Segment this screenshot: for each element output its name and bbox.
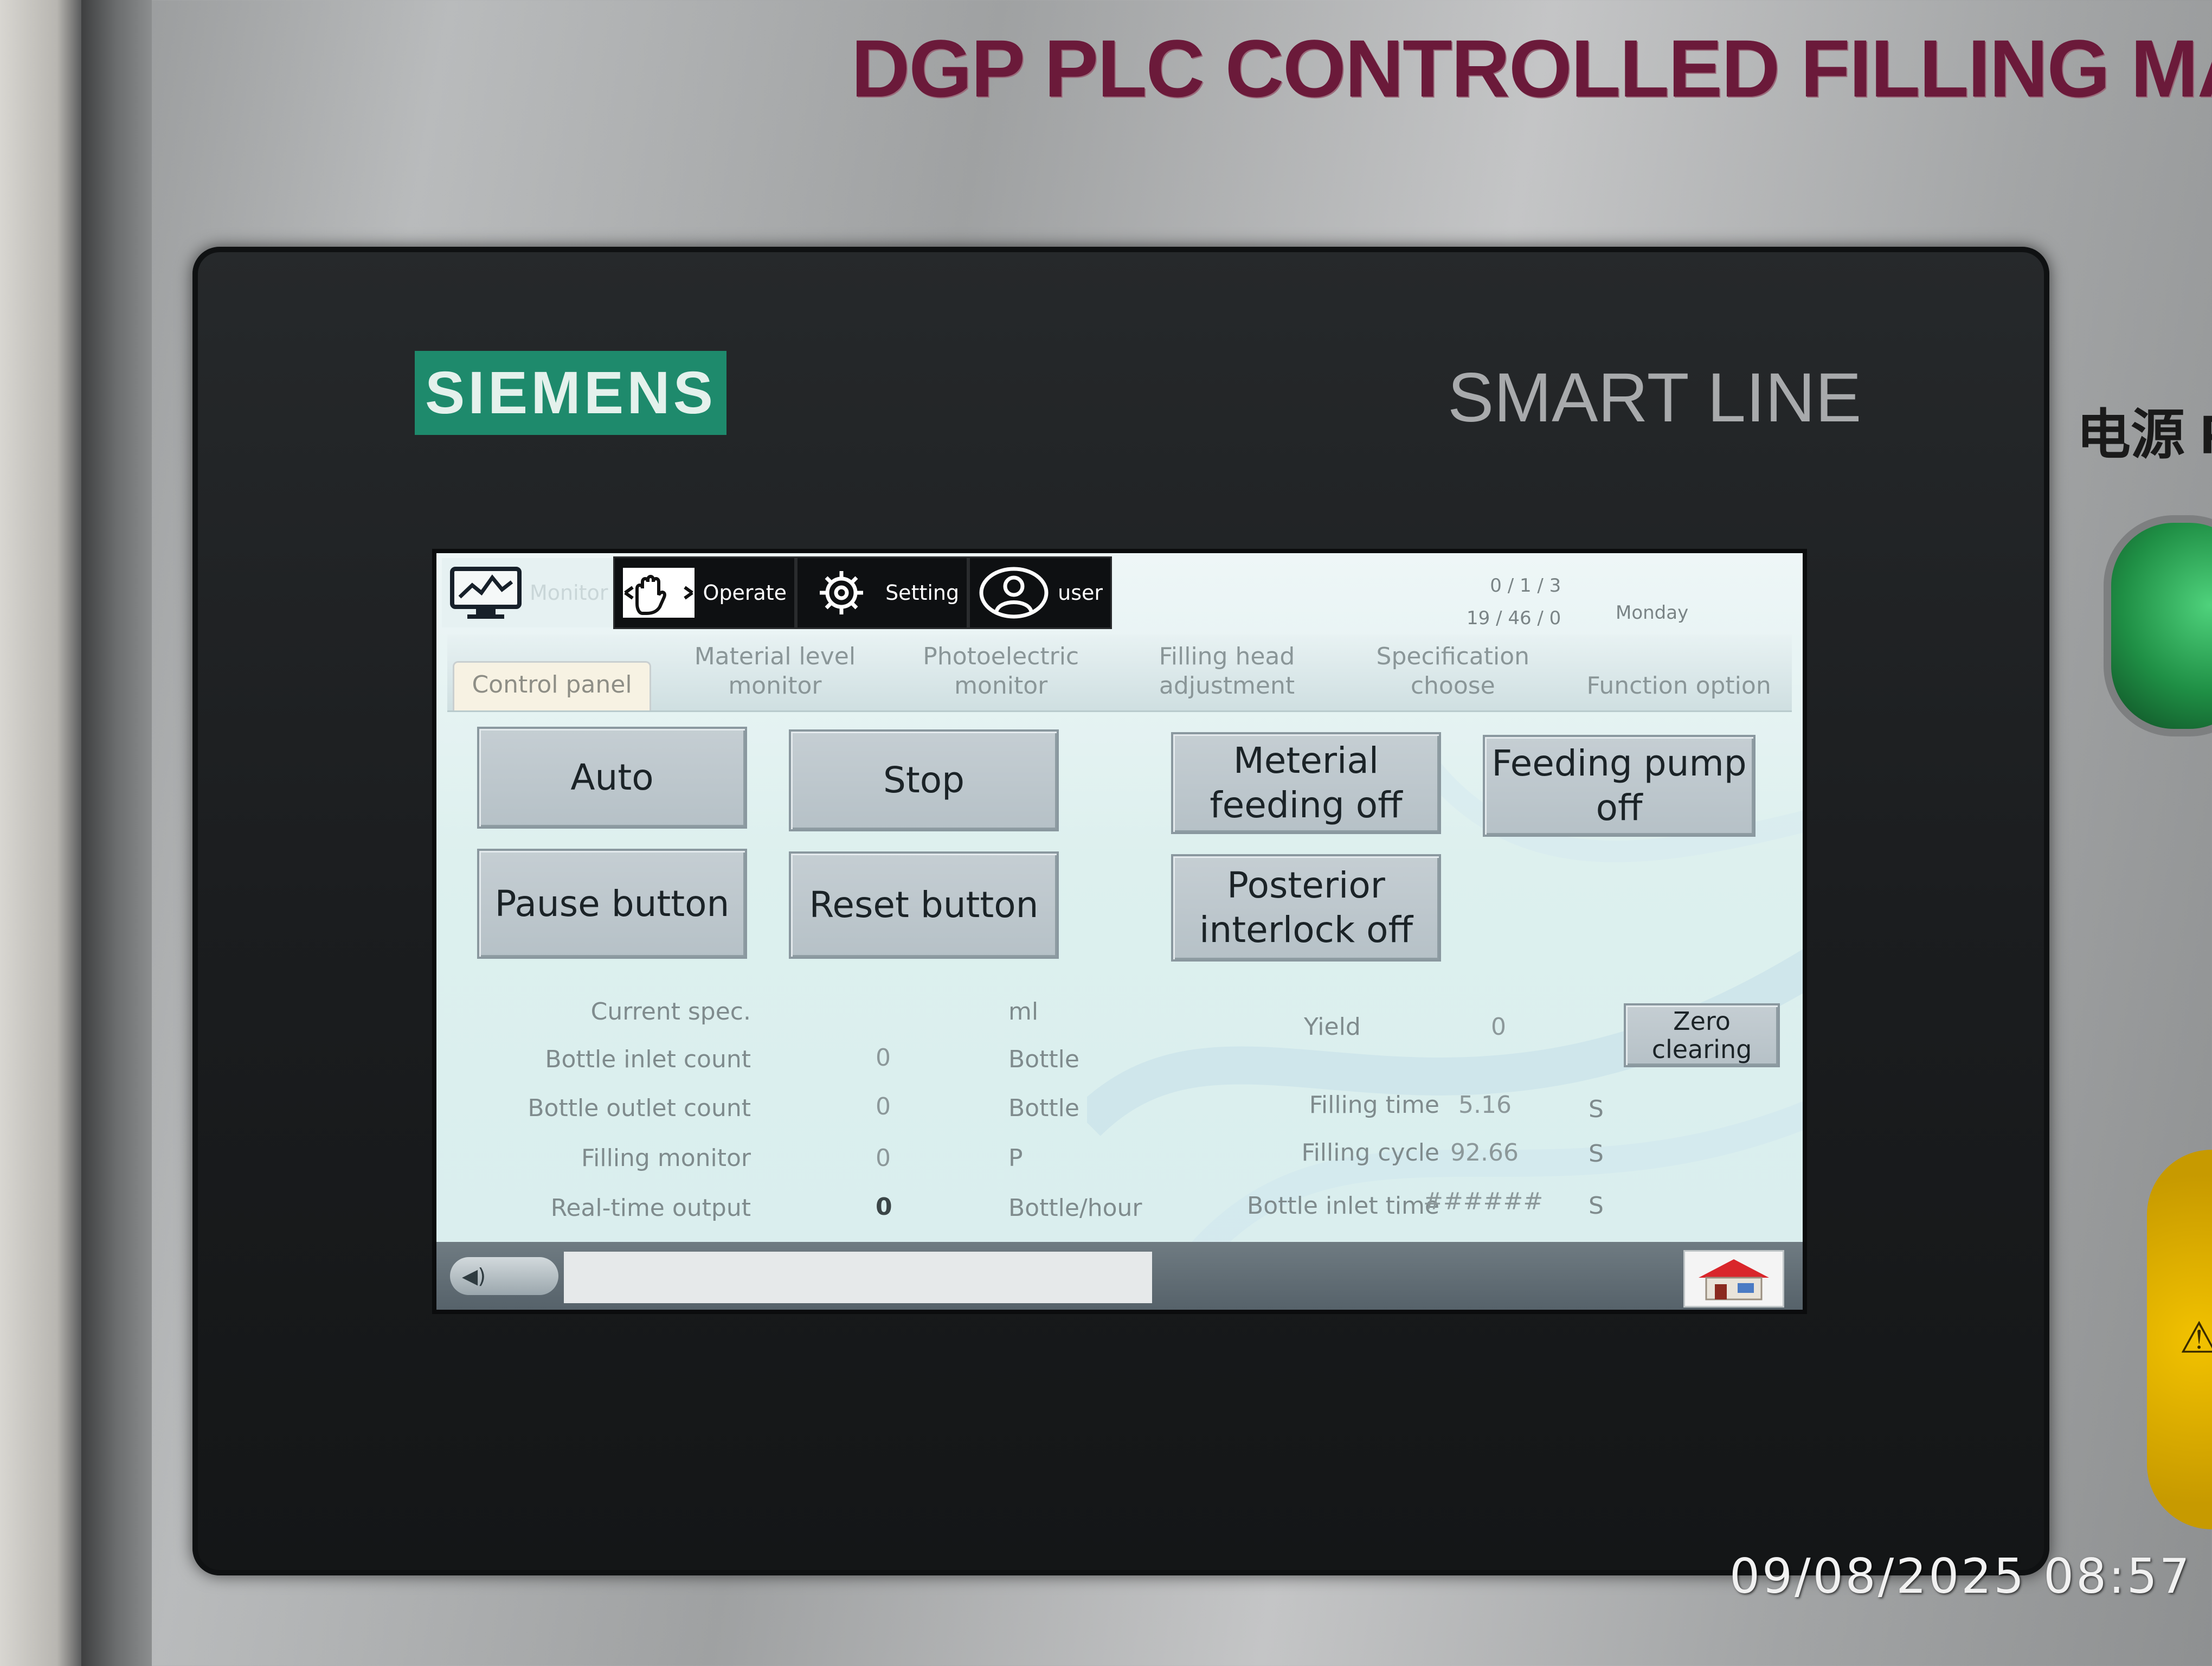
bottle-outlet-count-label: Bottle outlet count bbox=[528, 1094, 751, 1122]
zero-clearing-button[interactable]: Zero clearing bbox=[1624, 1003, 1780, 1067]
model-line-label: SMART LINE bbox=[1448, 359, 1862, 437]
current-spec-label: Current spec. bbox=[590, 998, 751, 1026]
nav-setting-button[interactable]: Setting bbox=[796, 556, 969, 629]
speaker-icon: ◀) bbox=[462, 1264, 486, 1288]
material-feeding-off-button[interactable]: Meterial feeding off bbox=[1171, 732, 1441, 834]
yield-label: Yield bbox=[1304, 1013, 1361, 1041]
bottom-status-bar: ◀) bbox=[436, 1242, 1803, 1310]
tab-photoelectric-monitor[interactable]: Photoelectric monitor bbox=[888, 642, 1114, 710]
home-icon bbox=[1699, 1259, 1769, 1300]
filling-cycle-unit: S bbox=[1589, 1140, 1604, 1168]
time-readout: 19 / 46 / 0 bbox=[1467, 607, 1561, 629]
system-clock: 0 / 1 / 3 19 / 46 / 0 bbox=[1467, 569, 1561, 635]
hmi-screen: Monitor Operate Setting user 0 / 1 / 3 1… bbox=[436, 553, 1803, 1310]
tab-control-panel[interactable]: Control panel bbox=[453, 661, 651, 710]
posterior-interlock-off-button[interactable]: Posterior interlock off bbox=[1171, 854, 1441, 962]
nav-setting-label: Setting bbox=[885, 581, 960, 605]
alarm-indicator-button[interactable]: ◀) bbox=[450, 1257, 558, 1295]
nav-user-button[interactable]: user bbox=[968, 556, 1113, 629]
nav-monitor-button[interactable]: Monitor bbox=[442, 558, 614, 627]
nav-operate-button[interactable]: Operate bbox=[613, 556, 796, 629]
cabinet-edge bbox=[81, 0, 152, 1666]
bottle-inlet-count-unit: Bottle bbox=[1008, 1046, 1079, 1073]
stop-button[interactable]: Stop bbox=[789, 729, 1059, 831]
filling-cycle-label: Filling cycle bbox=[1301, 1139, 1439, 1167]
feeding-pump-off-button[interactable]: Feeding pump off bbox=[1483, 735, 1756, 837]
realtime-output-value: 0 bbox=[876, 1193, 892, 1221]
tab-filling-head-adjustment[interactable]: Filling head adjustment bbox=[1114, 642, 1340, 710]
alarm-message-field bbox=[564, 1252, 1152, 1303]
tab-bar: Control panel Material level monitor Pho… bbox=[447, 635, 1792, 712]
siemens-logo: SIEMENS bbox=[415, 351, 726, 435]
background-wall bbox=[0, 0, 81, 1666]
nav-operate-label: Operate bbox=[703, 581, 787, 605]
realtime-output-unit: Bottle/hour bbox=[1008, 1194, 1142, 1222]
bottle-outlet-count-value: 0 bbox=[876, 1093, 891, 1120]
bottle-inlet-time-value: ###### bbox=[1423, 1188, 1544, 1215]
monitor-chart-icon bbox=[445, 563, 526, 623]
nav-user-label: user bbox=[1058, 581, 1103, 605]
filling-time-label: Filling time bbox=[1309, 1091, 1439, 1119]
realtime-output-label: Real-time output bbox=[550, 1194, 751, 1222]
gear-icon bbox=[801, 563, 882, 623]
filling-cycle-value: 92.66 bbox=[1450, 1139, 1519, 1167]
hand-icon bbox=[618, 563, 699, 623]
date-readout: 0 / 1 / 3 bbox=[1490, 575, 1561, 597]
tab-function-option[interactable]: Function option bbox=[1566, 671, 1792, 710]
filling-monitor-label: Filling monitor bbox=[581, 1144, 751, 1172]
filling-monitor-unit: P bbox=[1008, 1144, 1023, 1172]
current-spec-unit: ml bbox=[1008, 998, 1039, 1026]
auto-button[interactable]: Auto bbox=[477, 727, 747, 829]
filling-time-value: 5.16 bbox=[1458, 1091, 1512, 1119]
photo-timestamp: 09/08/2025 08:57 bbox=[1729, 1548, 2192, 1604]
tab-specification-choose[interactable]: Specification choose bbox=[1340, 642, 1566, 710]
pause-button[interactable]: Pause button bbox=[477, 849, 747, 959]
bottle-inlet-time-unit: S bbox=[1589, 1192, 1604, 1220]
user-icon bbox=[973, 563, 1054, 623]
machine-title-plate: DGP PLC CONTROLLED FILLING MACHINE bbox=[851, 23, 2212, 114]
power-button[interactable] bbox=[2104, 515, 2212, 736]
reset-button[interactable]: Reset button bbox=[789, 851, 1059, 959]
nav-monitor-label: Monitor bbox=[530, 581, 608, 605]
bottle-inlet-count-value: 0 bbox=[876, 1044, 891, 1072]
weekday-readout: Monday bbox=[1616, 602, 1689, 624]
filling-monitor-value: 0 bbox=[876, 1144, 891, 1172]
bottle-inlet-time-label: Bottle inlet time bbox=[1247, 1192, 1439, 1220]
bottle-outlet-count-unit: Bottle bbox=[1008, 1094, 1079, 1122]
bottle-inlet-count-label: Bottle inlet count bbox=[545, 1046, 751, 1073]
tab-material-level-monitor[interactable]: Material level monitor bbox=[662, 642, 888, 710]
home-button[interactable] bbox=[1683, 1250, 1784, 1308]
warning-label: ⚠ bbox=[2147, 1150, 2212, 1529]
power-label: 电源 POWER bbox=[2076, 405, 2212, 461]
filling-time-unit: S bbox=[1589, 1095, 1604, 1123]
yield-value: 0 bbox=[1491, 1013, 1506, 1041]
top-navigation: Monitor Operate Setting user bbox=[442, 556, 1113, 629]
